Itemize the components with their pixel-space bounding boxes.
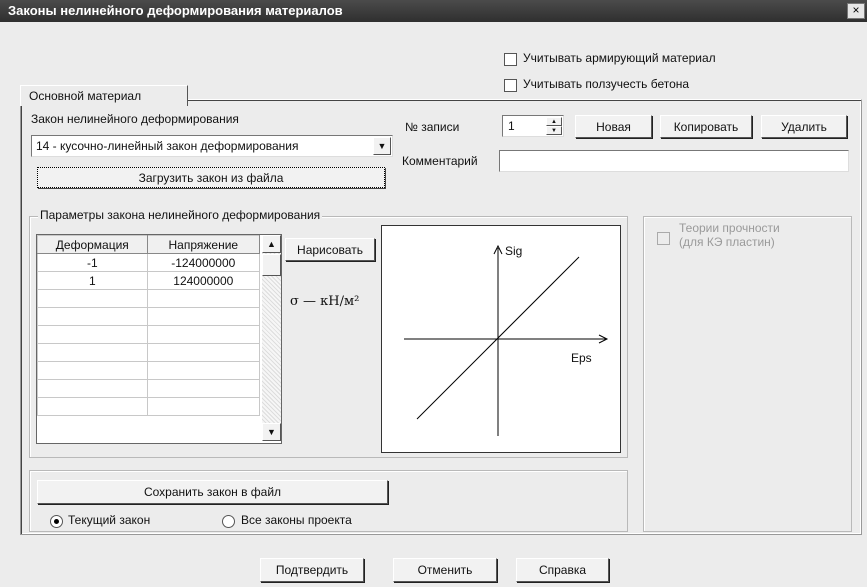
params-title: Параметры закона нелинейного деформирова… bbox=[38, 208, 323, 222]
title-bar: Законы нелинейного деформирования матери… bbox=[0, 0, 867, 22]
law-section-label: Закон нелинейного деформирования bbox=[31, 112, 239, 126]
law-select-value: 14 - кусочно-линейный закон деформирован… bbox=[36, 139, 299, 153]
cell-deformation[interactable]: -1 bbox=[37, 253, 148, 272]
cell-stress[interactable] bbox=[146, 343, 261, 362]
comment-input[interactable] bbox=[499, 150, 849, 172]
scroll-up-icon[interactable]: ▲ bbox=[262, 235, 281, 253]
save-law-button[interactable]: Сохранить закон в файл bbox=[37, 480, 388, 504]
cell-stress[interactable]: 124000000 bbox=[146, 271, 261, 290]
cell-stress[interactable] bbox=[146, 361, 261, 380]
tab-main-material[interactable]: Основной материал bbox=[20, 85, 188, 106]
current-law-label: Текущий закон bbox=[68, 513, 151, 527]
chevron-down-icon[interactable]: ▼ bbox=[373, 137, 391, 155]
strength-checkbox[interactable] bbox=[657, 232, 670, 245]
record-label: № записи bbox=[405, 120, 460, 134]
cell-stress[interactable] bbox=[146, 325, 261, 344]
strength-label-line2: (для КЭ пластин) bbox=[679, 235, 775, 249]
grid-scrollbar[interactable]: ▲ ▼ bbox=[262, 235, 281, 441]
tab-label: Основной материал bbox=[29, 89, 142, 103]
table-row bbox=[37, 379, 261, 398]
column-header-deformation[interactable]: Деформация bbox=[37, 235, 148, 254]
stepper-down-icon[interactable]: ▼ bbox=[546, 126, 562, 135]
scroll-down-icon[interactable]: ▼ bbox=[262, 423, 281, 441]
cell-stress[interactable]: -124000000 bbox=[146, 253, 261, 272]
stepper-up-icon[interactable]: ▲ bbox=[546, 117, 562, 126]
axis-y-label: Sig bbox=[505, 244, 523, 258]
reinforcement-checkbox[interactable] bbox=[504, 53, 517, 66]
new-record-button[interactable]: Новая bbox=[575, 115, 652, 138]
creep-checkbox[interactable] bbox=[504, 79, 517, 92]
delete-record-button[interactable]: Удалить bbox=[761, 115, 847, 138]
table-row bbox=[37, 325, 261, 344]
cell-deformation[interactable] bbox=[37, 361, 148, 380]
table-row: 1 124000000 bbox=[37, 271, 261, 290]
cell-stress[interactable] bbox=[146, 397, 261, 416]
table-row bbox=[37, 343, 261, 362]
cell-stress[interactable] bbox=[146, 289, 261, 308]
load-law-button[interactable]: Загрузить закон из файла bbox=[37, 167, 385, 188]
confirm-button[interactable]: Подтвердить bbox=[260, 558, 364, 582]
table-row bbox=[37, 289, 261, 308]
units-label: σ — кН/м² bbox=[290, 294, 360, 309]
cell-deformation[interactable] bbox=[37, 325, 148, 344]
close-button[interactable]: × bbox=[847, 3, 865, 19]
all-laws-label: Все законы проекта bbox=[241, 513, 352, 527]
cell-stress[interactable] bbox=[146, 307, 261, 326]
cell-deformation[interactable] bbox=[37, 397, 148, 416]
creep-label: Учитывать ползучесть бетона bbox=[523, 77, 690, 91]
current-law-radio[interactable] bbox=[50, 515, 63, 528]
cancel-button[interactable]: Отменить bbox=[393, 558, 497, 582]
cell-stress[interactable] bbox=[146, 379, 261, 398]
table-row bbox=[37, 361, 261, 380]
record-number-value: 1 bbox=[508, 119, 515, 133]
column-header-stress[interactable]: Напряжение bbox=[146, 235, 261, 254]
record-number-stepper[interactable]: 1 ▲ ▼ bbox=[502, 115, 564, 137]
cell-deformation[interactable]: 1 bbox=[37, 271, 148, 290]
scroll-thumb[interactable] bbox=[262, 254, 281, 276]
cell-deformation[interactable] bbox=[37, 289, 148, 308]
table-row bbox=[37, 397, 261, 416]
draw-button[interactable]: Нарисовать bbox=[285, 238, 375, 261]
stress-strain-plot: Sig Eps bbox=[381, 225, 621, 453]
cell-deformation[interactable] bbox=[37, 343, 148, 362]
window-title: Законы нелинейного деформирования матери… bbox=[8, 3, 343, 18]
copy-record-button[interactable]: Копировать bbox=[660, 115, 752, 138]
table-row bbox=[37, 307, 261, 326]
params-grid: Деформация Напряжение -1 -124000000 1 1240… bbox=[36, 234, 282, 444]
help-button[interactable]: Справка bbox=[516, 558, 609, 582]
reinforcement-label: Учитывать армирующий материал bbox=[523, 51, 716, 65]
law-select[interactable]: 14 - кусочно-линейный закон деформирован… bbox=[31, 135, 393, 157]
all-laws-radio[interactable] bbox=[222, 515, 235, 528]
strength-label-line1: Теории прочности bbox=[679, 221, 780, 235]
cell-deformation[interactable] bbox=[37, 379, 148, 398]
strength-groupbox bbox=[643, 216, 852, 532]
comment-label: Комментарий bbox=[402, 154, 478, 168]
cell-deformation[interactable] bbox=[37, 307, 148, 326]
table-row: -1 -124000000 bbox=[37, 253, 261, 272]
axis-x-label: Eps bbox=[571, 351, 592, 365]
